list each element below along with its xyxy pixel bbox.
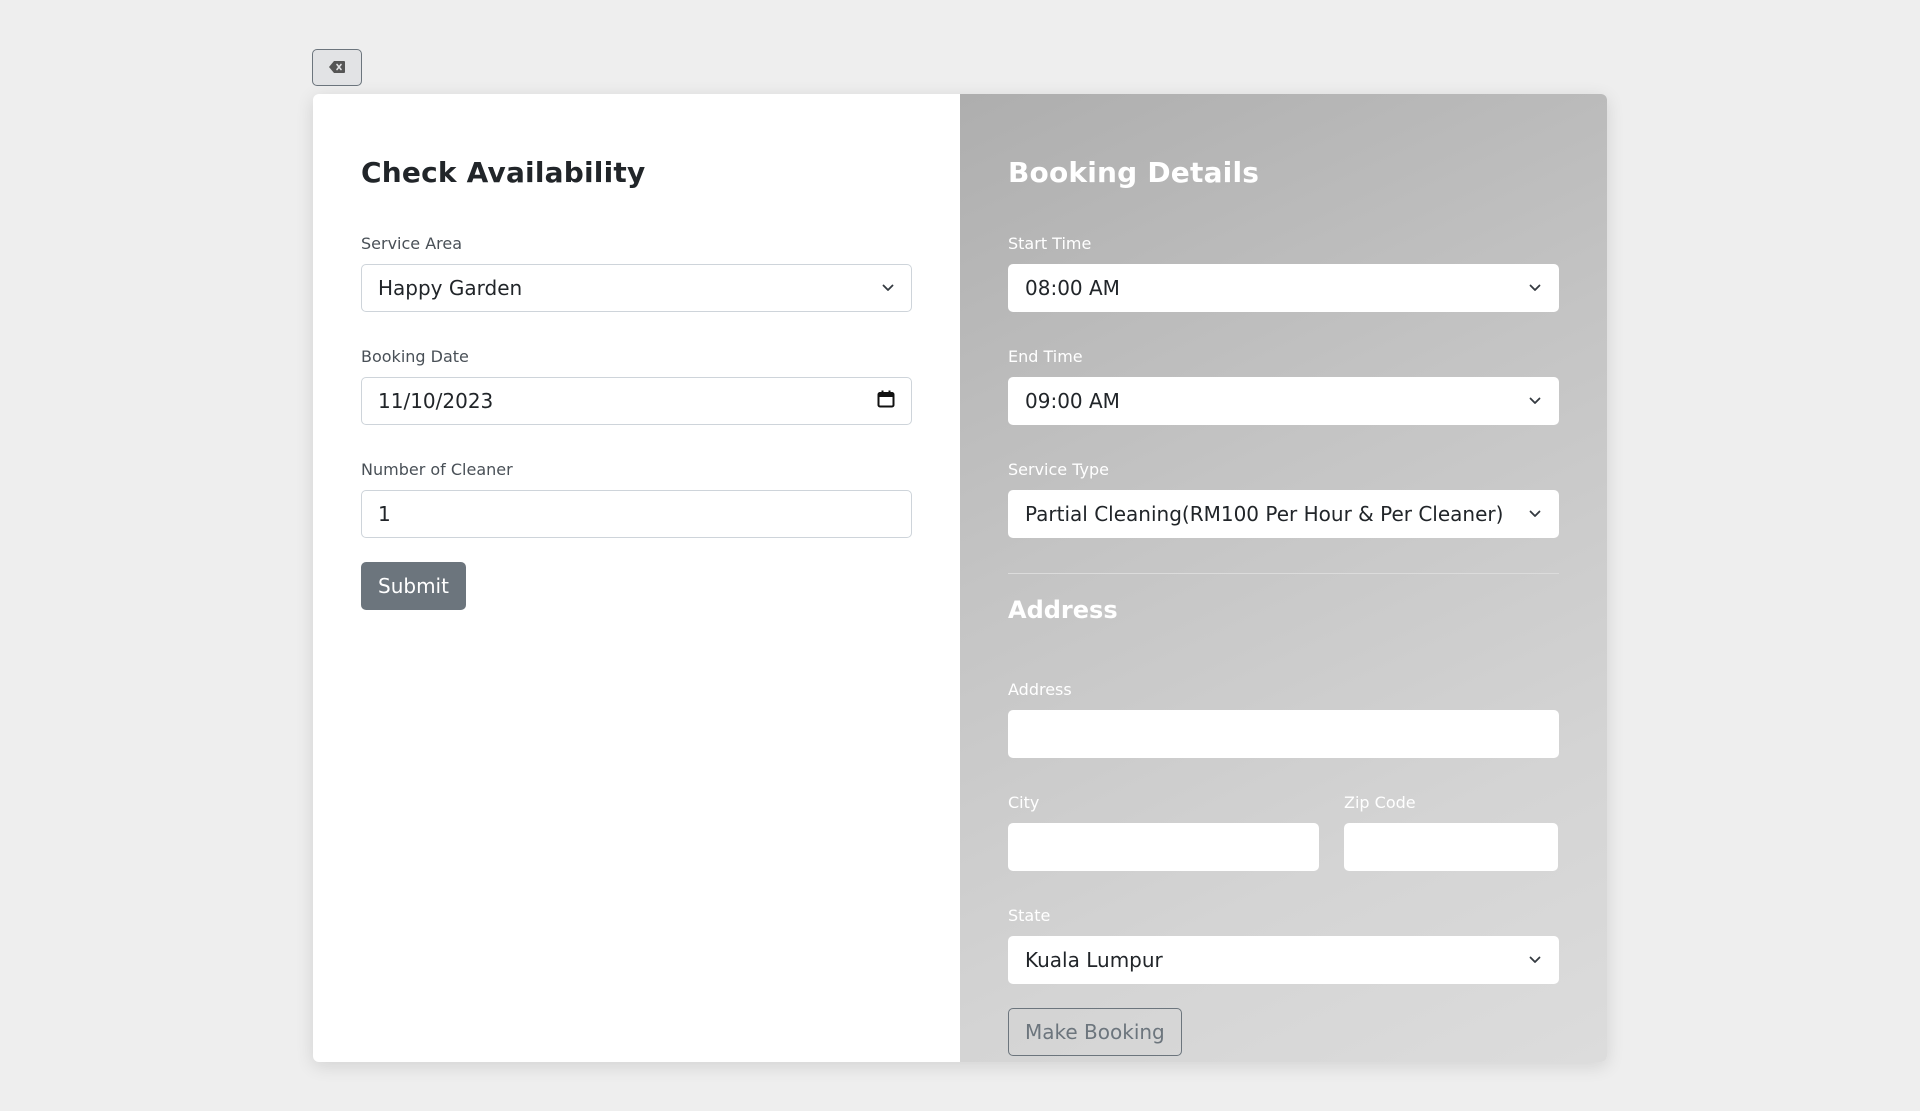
- number-of-cleaner-value: 1: [378, 502, 391, 526]
- state-value: Kuala Lumpur: [1025, 948, 1163, 972]
- section-divider: [1008, 573, 1559, 574]
- end-time-field: End Time 09:00 AM: [1008, 347, 1559, 425]
- start-time-field: Start Time 08:00 AM: [1008, 234, 1559, 312]
- service-type-label: Service Type: [1008, 460, 1109, 479]
- address-label: Address: [1008, 680, 1072, 699]
- booking-date-field: Booking Date 11/10/2023: [361, 347, 912, 425]
- make-booking-button[interactable]: Make Booking: [1008, 1008, 1182, 1056]
- service-area-select[interactable]: Happy Garden: [361, 264, 912, 312]
- back-button[interactable]: [312, 49, 362, 86]
- city-zip-row: City Zip Code: [1008, 793, 1559, 906]
- number-of-cleaner-field: Number of Cleaner 1: [361, 460, 912, 538]
- start-time-label: Start Time: [1008, 234, 1092, 253]
- chevron-down-icon: [1528, 281, 1542, 295]
- city-field: City: [1008, 793, 1319, 871]
- chevron-down-icon: [1528, 394, 1542, 408]
- service-type-field: Service Type Partial Cleaning(RM100 Per …: [1008, 460, 1559, 538]
- chevron-down-icon: [881, 281, 895, 295]
- number-of-cleaner-input[interactable]: 1: [361, 490, 912, 538]
- booking-date-input[interactable]: 11/10/2023: [361, 377, 912, 425]
- address-field: Address: [1008, 680, 1559, 758]
- end-time-value: 09:00 AM: [1025, 389, 1120, 413]
- chevron-down-icon: [1528, 507, 1542, 521]
- address-input[interactable]: [1008, 710, 1559, 758]
- state-field: State Kuala Lumpur: [1008, 906, 1559, 984]
- submit-button[interactable]: Submit: [361, 562, 466, 610]
- service-area-label: Service Area: [361, 234, 463, 253]
- check-availability-title: Check Availability: [361, 156, 646, 189]
- state-select[interactable]: Kuala Lumpur: [1008, 936, 1559, 984]
- city-input[interactable]: [1008, 823, 1319, 871]
- service-area-value: Happy Garden: [378, 276, 523, 300]
- booking-date-value: 11/10/2023: [378, 389, 494, 413]
- state-label: State: [1008, 906, 1051, 925]
- service-type-select[interactable]: Partial Cleaning(RM100 Per Hour & Per Cl…: [1008, 490, 1559, 538]
- start-time-select[interactable]: 08:00 AM: [1008, 264, 1559, 312]
- calendar-icon[interactable]: [877, 389, 895, 413]
- city-label: City: [1008, 793, 1040, 812]
- zip-code-label: Zip Code: [1344, 793, 1416, 812]
- booking-details-panel: Booking Details Start Time 08:00 AM End …: [960, 94, 1607, 1062]
- booking-date-label: Booking Date: [361, 347, 469, 366]
- end-time-label: End Time: [1008, 347, 1083, 366]
- start-time-value: 08:00 AM: [1025, 276, 1120, 300]
- booking-details-title: Booking Details: [1008, 156, 1260, 189]
- chevron-down-icon: [1528, 953, 1542, 967]
- service-area-field: Service Area Happy Garden: [361, 234, 912, 312]
- check-availability-panel: Check Availability Service Area Happy Ga…: [313, 94, 960, 1062]
- booking-card: Check Availability Service Area Happy Ga…: [313, 94, 1607, 1062]
- zip-code-input[interactable]: [1344, 823, 1558, 871]
- zip-code-field: Zip Code: [1344, 793, 1558, 871]
- number-of-cleaner-label: Number of Cleaner: [361, 460, 513, 479]
- end-time-select[interactable]: 09:00 AM: [1008, 377, 1559, 425]
- service-type-value: Partial Cleaning(RM100 Per Hour & Per Cl…: [1025, 502, 1504, 526]
- address-heading: Address: [1008, 596, 1118, 624]
- backspace-icon: [329, 58, 345, 77]
